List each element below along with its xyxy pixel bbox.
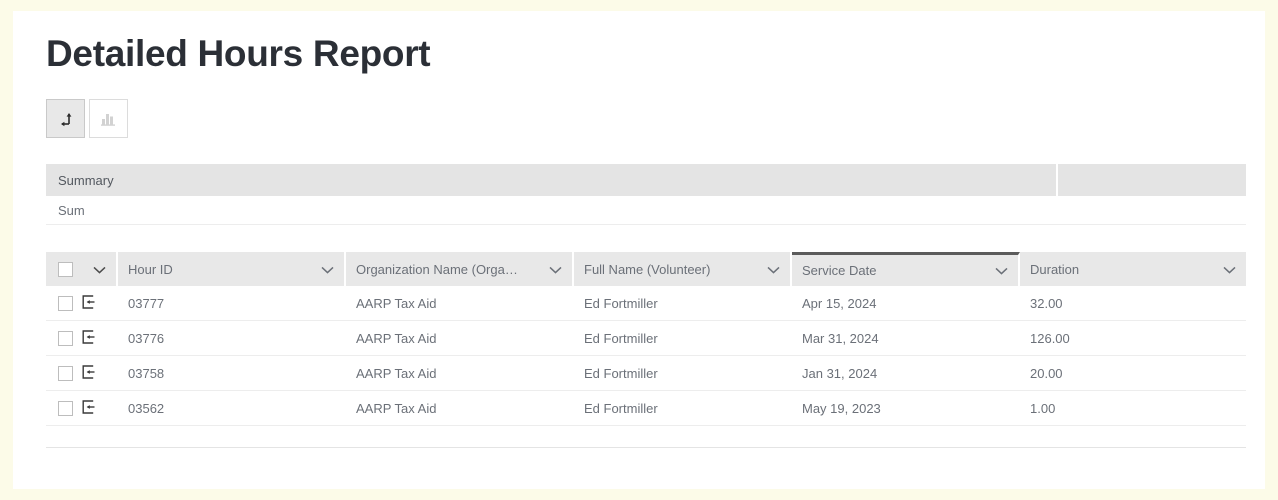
table-row[interactable]: 03562 AARP Tax Aid Ed Fortmiller May 19,… xyxy=(46,391,1246,426)
summary-header-side xyxy=(1056,164,1246,196)
row-select-cell[interactable] xyxy=(46,391,118,425)
chart-view-button[interactable] xyxy=(89,99,128,138)
cell-organization-name: AARP Tax Aid xyxy=(356,330,437,346)
table-row[interactable]: 03758 AARP Tax Aid Ed Fortmiller Jan 31,… xyxy=(46,356,1246,391)
open-record-icon[interactable] xyxy=(82,364,97,382)
row-checkbox[interactable] xyxy=(58,330,73,346)
column-header-organization-name[interactable]: Organization Name (Orga… xyxy=(346,252,574,286)
column-header-hour-id[interactable]: Hour ID xyxy=(118,252,346,286)
cell-duration: 32.00 xyxy=(1030,295,1063,311)
cell-service-date: Mar 31, 2024 xyxy=(802,330,879,346)
bar-chart-icon xyxy=(100,111,117,127)
select-all-checkbox[interactable] xyxy=(58,261,73,277)
page-frame: Detailed Hours Report Summary Sum Hour I… xyxy=(13,11,1265,489)
row-checkbox[interactable] xyxy=(58,365,73,381)
cell-duration: 126.00 xyxy=(1030,330,1070,346)
column-header-organization-name-label: Organization Name (Orga… xyxy=(356,261,518,277)
cell-service-date: Apr 15, 2024 xyxy=(802,295,877,311)
table-view-button[interactable] xyxy=(46,99,85,138)
cell-hour-id: 03777 xyxy=(128,295,165,311)
cell-hour-id: 03758 xyxy=(128,365,165,381)
chevron-down-icon[interactable] xyxy=(549,262,562,277)
cell-duration: 1.00 xyxy=(1030,400,1056,416)
chevron-down-icon[interactable] xyxy=(93,262,106,277)
summary-header-row: Summary xyxy=(46,164,1246,196)
cell-full-name: Ed Fortmiller xyxy=(584,330,658,346)
cell-service-date: Jan 31, 2024 xyxy=(802,365,878,381)
column-header-full-name-label: Full Name (Volunteer) xyxy=(584,261,711,277)
chevron-down-icon[interactable] xyxy=(767,262,780,277)
cell-organization-name: AARP Tax Aid xyxy=(356,365,437,381)
column-header-duration-label: Duration xyxy=(1030,261,1080,277)
cell-full-name: Ed Fortmiller xyxy=(584,365,658,381)
open-record-icon[interactable] xyxy=(82,329,97,347)
open-record-icon[interactable] xyxy=(82,399,97,417)
report-content: Detailed Hours Report Summary Sum Hour I… xyxy=(46,31,1246,448)
row-checkbox[interactable] xyxy=(58,295,73,311)
column-header-service-date[interactable]: Service Date xyxy=(792,252,1020,286)
summary-sum-row: Sum xyxy=(46,196,1246,225)
summary-section: Summary Sum xyxy=(46,164,1246,225)
row-select-cell[interactable] xyxy=(46,286,118,320)
cell-hour-id: 03562 xyxy=(128,400,165,416)
chevron-down-icon[interactable] xyxy=(321,262,334,277)
hours-table: Hour ID Organization Name (Orga… Full Na… xyxy=(46,252,1246,448)
transpose-arrow-icon xyxy=(57,110,74,127)
cell-organization-name: AARP Tax Aid xyxy=(356,295,437,311)
row-select-cell[interactable] xyxy=(46,356,118,390)
view-toolbar xyxy=(46,99,1246,138)
summary-header-label: Summary xyxy=(58,172,114,188)
summary-sum-label: Sum xyxy=(58,202,85,218)
column-header-full-name[interactable]: Full Name (Volunteer) xyxy=(574,252,792,286)
table-row[interactable]: 03777 AARP Tax Aid Ed Fortmiller Apr 15,… xyxy=(46,286,1246,321)
cell-duration: 20.00 xyxy=(1030,365,1063,381)
column-header-service-date-label: Service Date xyxy=(802,263,877,278)
column-header-select[interactable] xyxy=(46,252,118,286)
cell-full-name: Ed Fortmiller xyxy=(584,295,658,311)
column-header-duration[interactable]: Duration xyxy=(1020,252,1246,286)
table-row[interactable]: 03776 AARP Tax Aid Ed Fortmiller Mar 31,… xyxy=(46,321,1246,356)
row-checkbox[interactable] xyxy=(58,400,73,416)
table-footer-spacer xyxy=(46,426,1246,448)
open-record-icon[interactable] xyxy=(82,294,97,312)
cell-organization-name: AARP Tax Aid xyxy=(356,400,437,416)
cell-service-date: May 19, 2023 xyxy=(802,400,881,416)
row-select-cell[interactable] xyxy=(46,321,118,355)
column-header-hour-id-label: Hour ID xyxy=(128,261,173,277)
cell-hour-id: 03776 xyxy=(128,330,165,346)
cell-full-name: Ed Fortmiller xyxy=(584,400,658,416)
chevron-down-icon[interactable] xyxy=(1223,262,1236,277)
page-title: Detailed Hours Report xyxy=(46,33,431,74)
table-header-row: Hour ID Organization Name (Orga… Full Na… xyxy=(46,252,1246,286)
chevron-down-icon[interactable] xyxy=(995,263,1008,278)
